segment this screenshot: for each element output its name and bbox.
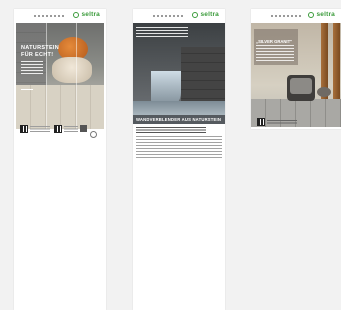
brand-logo: seltra	[192, 11, 219, 18]
catalog-page-silver-granit[interactable]: seltra „SILVER GRANIT"	[251, 9, 341, 129]
person-figure-body	[52, 57, 92, 83]
seal-icon	[90, 131, 97, 138]
page-header: seltra	[251, 9, 341, 23]
divider-line	[76, 23, 77, 129]
catalog-page-wandverblender[interactable]: seltra WANDVERBLENDER AUS NATURSTEIN	[133, 9, 225, 310]
brand-logo: seltra	[308, 11, 335, 18]
header-marks	[153, 15, 183, 17]
hero-image-patio: NATURSTEIN FÜR ECHT!	[16, 23, 104, 129]
catalog-page-naturstein[interactable]: seltra NATURSTEIN FÜR ECHT!	[14, 9, 106, 310]
hero-image-waterfall	[133, 23, 225, 115]
hero-caption-text	[136, 27, 188, 39]
section-heading: WANDVERBLENDER AUS NATURSTEIN	[136, 117, 222, 122]
brand-name: seltra	[316, 11, 335, 18]
brand-logo-icon	[308, 11, 315, 18]
footer-text	[30, 126, 50, 132]
lead-paragraph	[136, 127, 206, 133]
hero-title-line: FÜR ECHT!	[21, 52, 54, 58]
hero-image-terrace: „SILVER GRANIT"	[251, 23, 341, 127]
qr-code-icon	[20, 125, 28, 133]
section-band: WANDVERBLENDER AUS NATURSTEIN	[133, 115, 225, 124]
hero-title-line: NATURSTEIN	[21, 45, 60, 51]
chair-cushion	[290, 78, 312, 94]
hero-title: NATURSTEIN FÜR ECHT!	[21, 45, 59, 59]
brand-name: seltra	[81, 11, 100, 18]
qr-code-icon	[257, 118, 265, 126]
brand-logo: seltra	[73, 11, 100, 18]
page-footer	[257, 118, 297, 126]
header-marks	[271, 15, 301, 17]
hero-title: „SILVER GRANIT"	[256, 39, 293, 44]
hero-subtext	[21, 61, 43, 75]
stone-wall	[181, 47, 225, 107]
divider-line	[46, 23, 47, 129]
panel-text	[256, 45, 294, 61]
footer-text	[267, 119, 297, 125]
brand-logo-icon	[192, 11, 199, 18]
body-paragraph	[136, 136, 222, 158]
page-header: seltra	[14, 9, 106, 23]
footer-text	[64, 126, 78, 132]
brand-name: seltra	[200, 11, 219, 18]
page-header: seltra	[133, 9, 225, 23]
hero-divider	[21, 89, 33, 90]
qr-code-icon	[54, 125, 62, 133]
stone-floor	[16, 85, 104, 129]
brand-logo-icon	[73, 11, 80, 18]
side-table	[317, 87, 331, 97]
header-marks	[34, 15, 64, 17]
pool	[133, 101, 225, 115]
certificate-icon	[80, 125, 87, 132]
